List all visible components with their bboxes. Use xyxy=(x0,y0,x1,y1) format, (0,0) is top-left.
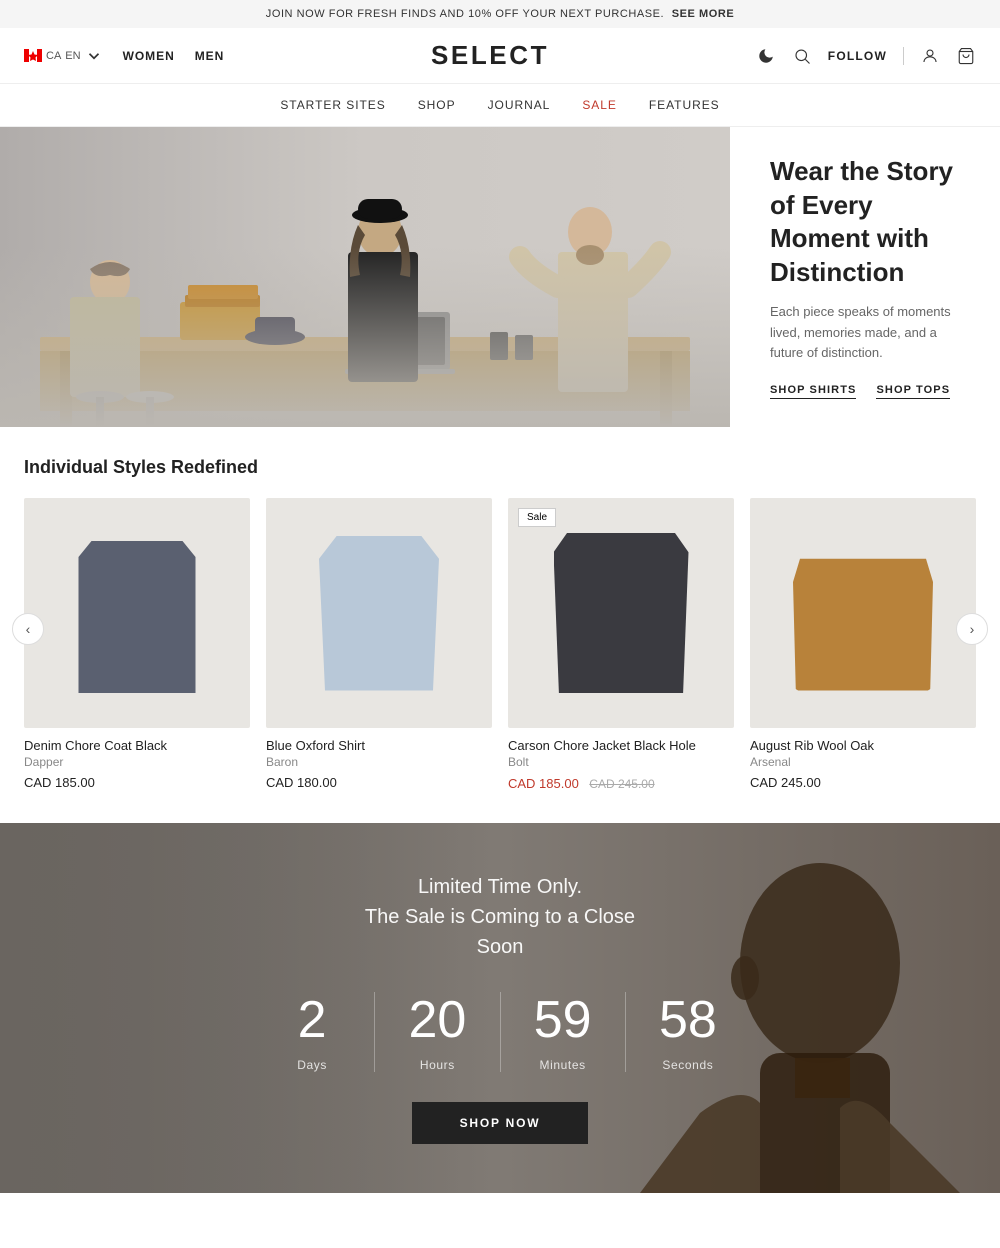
product-card-4[interactable]: August Rib Wool Oak Arsenal CAD 245.00 xyxy=(750,498,976,793)
moon-icon xyxy=(757,47,775,65)
product-name-3: Carson Chore Jacket Black Hole xyxy=(508,738,734,753)
products-section: Individual Styles Redefined ‹ Denim Chor… xyxy=(0,427,1000,823)
product-brand-3: Bolt xyxy=(508,755,734,769)
shop-now-button[interactable]: SHOP NOW xyxy=(412,1102,589,1144)
product-visual-4 xyxy=(793,536,933,691)
hero-title: Wear the Story of Every Moment with Dist… xyxy=(770,155,960,290)
hero-scene-svg xyxy=(0,127,730,427)
subnav-features[interactable]: FEATURES xyxy=(649,98,720,112)
main-nav: CA EN WOMEN MEN SELECT FOLLOW xyxy=(0,28,1000,84)
product-card-2[interactable]: Blue Oxford Shirt Baron CAD 180.00 xyxy=(266,498,492,793)
search-svg xyxy=(793,47,811,65)
lang-label: EN xyxy=(65,50,80,62)
product-image-2 xyxy=(266,498,492,728)
countdown-title-line1: Limited Time Only. xyxy=(418,876,582,898)
product-name-1: Denim Chore Coat Black xyxy=(24,738,250,753)
days-number: 2 xyxy=(260,992,364,1049)
product-brand-1: Dapper xyxy=(24,755,250,769)
products-section-title: Individual Styles Redefined xyxy=(24,457,976,478)
product-price-2: CAD 180.00 xyxy=(266,775,492,790)
user-svg xyxy=(921,47,939,65)
shop-shirts-link[interactable]: SHOP SHIRTS xyxy=(770,384,856,399)
subnav-journal[interactable]: JOURNAL xyxy=(488,98,551,112)
cart-icon[interactable] xyxy=(956,46,976,66)
countdown-days: 2 Days xyxy=(250,992,375,1071)
carousel-next-button[interactable]: › xyxy=(956,613,988,645)
account-icon[interactable] xyxy=(920,46,940,66)
product-image-4 xyxy=(750,498,976,728)
top-banner: JOIN NOW FOR FRESH FINDS AND 10% OFF YOU… xyxy=(0,0,1000,28)
product-card-3[interactable]: Sale Carson Chore Jacket Black Hole Bolt… xyxy=(508,498,734,793)
sub-nav: STARTER SITES SHOP JOURNAL SALE FEATURES xyxy=(0,84,1000,127)
countdown-title: Limited Time Only. The Sale is Coming to… xyxy=(250,872,750,962)
chevron-down-icon xyxy=(85,47,103,65)
product-name-4: August Rib Wool Oak xyxy=(750,738,976,753)
nav-men[interactable]: MEN xyxy=(195,49,225,63)
seconds-number: 58 xyxy=(636,992,740,1049)
hero-text: Wear the Story of Every Moment with Dist… xyxy=(730,155,1000,400)
countdown-seconds: 58 Seconds xyxy=(626,992,750,1071)
product-visual-2 xyxy=(319,536,439,691)
hero-body: Each piece speaks of moments lived, memo… xyxy=(770,302,960,364)
minutes-number: 59 xyxy=(511,992,615,1049)
follow-button[interactable]: FOLLOW xyxy=(828,49,887,63)
carousel-prev-button[interactable]: ‹ xyxy=(12,613,44,645)
countdown-section: Limited Time Only. The Sale is Coming to… xyxy=(0,823,1000,1193)
countdown-hours: 20 Hours xyxy=(375,992,500,1071)
flag-icon xyxy=(24,49,42,62)
hero-image xyxy=(0,127,730,427)
shop-tops-link[interactable]: SHOP TOPS xyxy=(876,384,950,399)
sale-badge-3: Sale xyxy=(518,508,556,527)
nav-women[interactable]: WOMEN xyxy=(123,49,175,63)
subnav-shop[interactable]: SHOP xyxy=(418,98,456,112)
product-price-1: CAD 185.00 xyxy=(24,775,250,790)
product-brand-2: Baron xyxy=(266,755,492,769)
product-name-2: Blue Oxford Shirt xyxy=(266,738,492,753)
flag-label: CA xyxy=(46,50,61,62)
days-label: Days xyxy=(260,1058,364,1072)
site-logo[interactable]: SELECT xyxy=(431,40,549,71)
countdown-minutes: 59 Minutes xyxy=(501,992,626,1071)
dark-mode-icon[interactable] xyxy=(756,46,776,66)
hours-number: 20 xyxy=(385,992,489,1049)
nav-right: FOLLOW xyxy=(756,46,976,66)
countdown-timer: 2 Days 20 Hours 59 Minutes 58 Seconds xyxy=(250,992,750,1071)
hero-scene-bg xyxy=(0,127,730,427)
subnav-sale[interactable]: SALE xyxy=(582,98,617,112)
nav-divider xyxy=(903,47,904,65)
subnav-starter-sites[interactable]: STARTER SITES xyxy=(280,98,385,112)
hero-links: SHOP SHIRTS SHOP TOPS xyxy=(770,384,960,399)
product-original-price-3: CAD 245.00 xyxy=(589,777,654,791)
product-visual-1 xyxy=(72,533,202,693)
product-image-1 xyxy=(24,498,250,728)
seconds-label: Seconds xyxy=(636,1058,740,1072)
countdown-title-line2: The Sale is Coming to a Close xyxy=(365,906,635,928)
product-brand-4: Arsenal xyxy=(750,755,976,769)
minutes-label: Minutes xyxy=(511,1058,615,1072)
countdown-title-line3: Soon xyxy=(477,936,524,958)
hero-section: Wear the Story of Every Moment with Dist… xyxy=(0,127,1000,427)
product-card-1[interactable]: Denim Chore Coat Black Dapper CAD 185.00 xyxy=(24,498,250,793)
product-price-4: CAD 245.00 xyxy=(750,775,976,790)
banner-cta[interactable]: SEE MORE xyxy=(672,8,734,20)
product-image-3: Sale xyxy=(508,498,734,728)
locale-selector[interactable]: CA EN xyxy=(24,47,103,65)
product-sale-price-3: CAD 185.00 xyxy=(508,776,579,791)
bag-svg xyxy=(957,47,975,65)
search-icon[interactable] xyxy=(792,46,812,66)
nav-left: CA EN WOMEN MEN xyxy=(24,47,224,65)
countdown-content: Limited Time Only. The Sale is Coming to… xyxy=(250,872,750,1143)
hours-label: Hours xyxy=(385,1058,489,1072)
products-grid: ‹ Denim Chore Coat Black Dapper CAD 185.… xyxy=(24,498,976,793)
product-visual-3 xyxy=(554,533,689,693)
banner-text: JOIN NOW FOR FRESH FINDS AND 10% OFF YOU… xyxy=(266,8,664,20)
